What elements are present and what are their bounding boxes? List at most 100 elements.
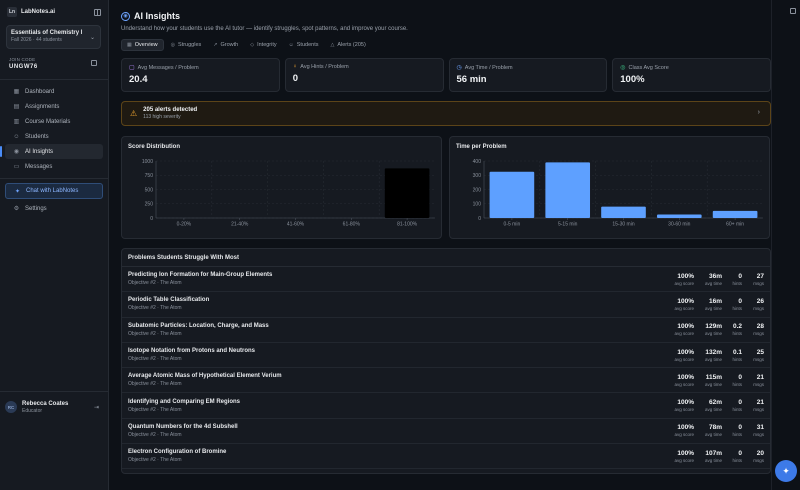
messages-metric: 21 msgs bbox=[750, 374, 764, 387]
hints-value: 0.1 bbox=[732, 348, 742, 356]
sparkle-icon: ✦ bbox=[782, 465, 790, 476]
sidebar-item-course-materials[interactable]: ▥ Course Materials bbox=[5, 114, 103, 129]
avg-score-value: 100% bbox=[677, 323, 694, 331]
avg-time-metric: 115m avg time bbox=[702, 374, 722, 387]
sidebar-item-chat-with-labnotes[interactable]: ✦ Chat with LabNotes bbox=[5, 183, 103, 199]
tab-icon: ↗ bbox=[213, 42, 218, 48]
y-tick-label: 200 bbox=[473, 187, 482, 193]
hints-value: 0.2 bbox=[732, 323, 742, 331]
x-tick-label: 81-100% bbox=[397, 222, 418, 228]
sidebar-item-ai-insights[interactable]: ◉ AI Insights bbox=[0, 144, 103, 159]
tab-label: Integrity bbox=[257, 42, 277, 48]
avg-score-label: avg score bbox=[674, 356, 694, 362]
sidebar-item-settings[interactable]: ⚙ Settings bbox=[5, 201, 103, 216]
avg-time-value: 36m bbox=[708, 272, 722, 280]
messages-metric: 27 msgs bbox=[750, 273, 764, 286]
row-info: Electron Configuration of Bromine Objecti… bbox=[128, 449, 664, 463]
avg-time-value: 78m bbox=[708, 424, 722, 432]
logout-icon[interactable]: ⇥ bbox=[94, 404, 99, 411]
tab-struggles[interactable]: ◎ Struggles bbox=[166, 39, 207, 51]
sidebar: Ln LabNotes.ai Essentials of Chemistry I… bbox=[0, 0, 109, 490]
bar-5-15-min bbox=[545, 162, 591, 218]
sidebar-item-label: Assignments bbox=[25, 103, 60, 110]
stat-value: 100% bbox=[620, 74, 645, 85]
avg-score-value: 100% bbox=[677, 348, 694, 356]
avg-time-label: avg time bbox=[704, 407, 722, 413]
hints-metric: 0 hints bbox=[730, 399, 742, 412]
course-selector[interactable]: Essentials of Chemistry I Fall 2026 · 44… bbox=[6, 25, 101, 49]
sidebar-toggle-icon[interactable] bbox=[94, 8, 101, 16]
avg-score-metric: 100% avg score bbox=[672, 323, 694, 336]
avg-time-value: 115m bbox=[705, 373, 722, 381]
table-row[interactable]: Quantum Numbers for the 4d Subshell Objec… bbox=[122, 419, 770, 445]
row-info: Identifying and Comparing EM Regions Obje… bbox=[128, 399, 664, 413]
messages-value: 31 bbox=[756, 424, 764, 432]
hints-value: 0 bbox=[738, 373, 742, 381]
messages-label: msgs bbox=[753, 432, 764, 438]
messages-metric: 21 msgs bbox=[750, 399, 764, 412]
alert-title: 205 alerts detected bbox=[143, 107, 198, 113]
sparkle-icon: ✦ bbox=[14, 188, 21, 195]
alerts-banner[interactable]: ⚠ 205 alerts detected 113 high severity … bbox=[121, 101, 771, 126]
messages-label: msgs bbox=[753, 407, 764, 413]
table-row[interactable]: Electron Configuration of Bromine Objecti… bbox=[122, 444, 770, 470]
user-divider bbox=[0, 391, 108, 392]
sidebar-item-messages[interactable]: ▭ Messages bbox=[5, 159, 103, 174]
messages-value: 20 bbox=[756, 449, 764, 457]
table-row[interactable]: Subatomic Particles: Location, Charge, a… bbox=[122, 318, 770, 343]
row-info: Predicting Ion Formation for Main-Group … bbox=[128, 272, 664, 286]
sidebar-item-assignments[interactable]: ▤ Assignments bbox=[5, 99, 103, 114]
y-tick-label: 750 bbox=[145, 173, 154, 179]
avg-score-value: 100% bbox=[677, 373, 694, 381]
clipboard-icon: ▤ bbox=[13, 104, 20, 110]
tab-students[interactable]: ☺ Students bbox=[284, 39, 324, 51]
grid-icon: ▦ bbox=[13, 89, 20, 95]
problem-objective: Objective #2 · The Atom bbox=[128, 330, 182, 337]
sidebar-item-label: Course Materials bbox=[25, 118, 71, 125]
sidebar-item-students[interactable]: ☺ Students bbox=[5, 129, 103, 144]
tab-alerts-205[interactable]: △ Alerts (205) bbox=[325, 39, 370, 51]
stat-label: Class Avg Score bbox=[628, 64, 669, 71]
stat-value: 56 min bbox=[456, 74, 487, 85]
avg-score-label: avg score bbox=[674, 432, 694, 438]
table-row[interactable]: Isotope Notation from Protons and Neutro… bbox=[122, 343, 770, 369]
avg-time-metric: 132m avg time bbox=[702, 349, 722, 362]
messages-label: msgs bbox=[753, 457, 764, 463]
avg-time-label: avg time bbox=[704, 305, 722, 311]
tab-overview[interactable]: ▦ Overview bbox=[121, 39, 164, 51]
sidebar-nav-secondary: ✦ Chat with LabNotes ⚙ Settings bbox=[0, 183, 108, 216]
avg-time-label: avg time bbox=[704, 457, 722, 463]
y-tick-label: 1000 bbox=[142, 159, 153, 165]
stat-value: 20.4 bbox=[129, 74, 148, 85]
avg-score-label: avg score bbox=[674, 381, 694, 387]
sidebar-item-dashboard[interactable]: ▦ Dashboard bbox=[5, 84, 103, 99]
chat-fab-button[interactable]: ✦ bbox=[775, 460, 797, 482]
avg-score-metric: 100% avg score bbox=[672, 374, 694, 387]
panel-toggle-icon[interactable] bbox=[790, 8, 796, 14]
time-per-problem-chart: 0 100 200 300 400 0-5 min 5-15 min 15-30 min 30-… bbox=[473, 159, 763, 228]
copy-icon[interactable] bbox=[91, 60, 97, 66]
messages-metric: 26 msgs bbox=[750, 298, 764, 311]
y-tick-label: 250 bbox=[145, 202, 154, 208]
messages-metric: 20 msgs bbox=[750, 450, 764, 463]
messages-value: 28 bbox=[756, 323, 764, 331]
tab-integrity[interactable]: ◇ Integrity bbox=[245, 39, 281, 51]
problem-objective: Objective #2 · The Atom bbox=[128, 280, 182, 287]
tab-growth[interactable]: ↗ Growth bbox=[208, 39, 243, 51]
table-row[interactable]: Average Atomic Mass of Hypothetical Elem… bbox=[122, 368, 770, 394]
bar-60-min bbox=[712, 210, 758, 218]
user-profile: RC Rebecca Coates Educator ⇥ bbox=[0, 396, 108, 418]
avg-score-metric: 100% avg score bbox=[672, 349, 694, 362]
table-row[interactable]: Predicting Ion Formation for Main-Group … bbox=[122, 267, 770, 293]
struggle-table: Problems Students Struggle With Most Pre… bbox=[121, 248, 771, 474]
row-info: Average Atomic Mass of Hypothetical Elem… bbox=[128, 373, 664, 387]
hints-label: hints bbox=[732, 407, 742, 413]
table-row[interactable]: Identifying and Comparing EM Regions Obje… bbox=[122, 393, 770, 419]
table-body: Predicting Ion Formation for Main-Group … bbox=[122, 267, 770, 470]
stat-card: ▢ Avg Messages / Problem 20.4 bbox=[121, 58, 280, 92]
score-distribution-card: Score Distribution 0 250 500 750 1000 0-20% 21… bbox=[121, 136, 442, 239]
table-row[interactable]: Periodic Table Classification Objective #… bbox=[122, 292, 770, 318]
book-icon: ▥ bbox=[13, 119, 20, 125]
bar-81-100- bbox=[384, 168, 430, 218]
user-role: Educator bbox=[22, 407, 43, 414]
